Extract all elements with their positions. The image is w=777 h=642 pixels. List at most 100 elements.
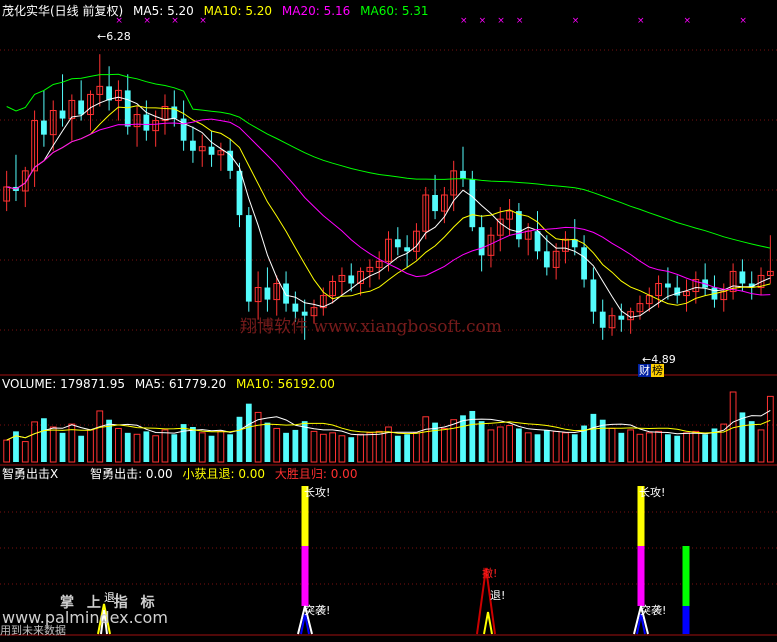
logo-subtitle: 用到未来数据 <box>0 624 66 637</box>
label-tui-2: 退! <box>490 589 506 602</box>
candle-body <box>394 239 401 248</box>
volume-bar <box>748 421 755 462</box>
cai-marker: 财 <box>638 364 651 377</box>
candle-body <box>618 315 625 320</box>
volume-bar <box>469 410 476 462</box>
volume-bar <box>766 395 774 463</box>
signal-bar-3 <box>682 546 690 606</box>
volume-bar <box>310 430 318 463</box>
ma5-readout: MA5: 5.20 <box>133 4 194 18</box>
volume-bar <box>31 421 38 463</box>
volume-bar <box>78 435 85 462</box>
candle-body <box>478 227 485 256</box>
top-signal-marker: × <box>637 16 645 26</box>
volume-bar <box>506 425 513 463</box>
candle-body <box>59 110 66 119</box>
candle-body <box>590 279 597 312</box>
price-header: 茂化实华(日线 前复权) MA5: 5.20 MA10: 5.20 MA20: … <box>2 4 435 18</box>
candle-body <box>208 146 215 155</box>
candle-body <box>171 106 178 119</box>
volume-bar <box>450 419 458 463</box>
candle-body <box>543 251 550 268</box>
candle-body <box>190 140 196 151</box>
candle-body <box>41 120 47 135</box>
volume-bar <box>198 432 206 463</box>
candle-body <box>534 231 541 252</box>
candle-body <box>236 170 243 216</box>
candle-body <box>143 114 150 131</box>
volume-bar <box>59 432 66 462</box>
label-changgong-2: 长攻! <box>639 486 666 499</box>
candle-body <box>264 287 271 300</box>
volume-bar <box>683 432 690 463</box>
volume-bar <box>618 432 625 462</box>
candle-body <box>739 271 746 284</box>
volume-bar <box>562 432 569 463</box>
top-signal-marker: × <box>516 16 524 26</box>
label-che: 撤! <box>482 567 498 580</box>
volume-bar <box>264 422 271 462</box>
label-tuxi-2: 突袭! <box>640 604 667 617</box>
volume-bar <box>655 430 662 463</box>
volume-bar <box>413 432 420 463</box>
volume-bar <box>366 432 374 463</box>
top-signal-marker: × <box>497 16 505 26</box>
stock-title: 茂化实华(日线 前复权) <box>2 4 124 18</box>
signal-bar-1 <box>301 546 309 606</box>
volume-bar <box>190 427 196 462</box>
volume-bar <box>496 426 504 463</box>
volume-bar <box>645 432 653 463</box>
vol-ma10-readout: MA10: 56192.00 <box>235 377 335 391</box>
volume-bar <box>665 434 671 462</box>
ma10-line <box>6 105 771 306</box>
volume-bar <box>608 427 616 463</box>
volume-bar <box>87 429 94 463</box>
candle-body <box>515 211 522 240</box>
volume-bar <box>133 433 141 463</box>
volume-bar <box>590 413 597 462</box>
volume-bar <box>543 429 550 462</box>
top-signal-marker: × <box>684 16 692 26</box>
volume-bar <box>180 424 187 462</box>
candle-body <box>283 283 289 304</box>
volume-bar <box>739 412 746 462</box>
volume-bar <box>338 435 346 463</box>
ma20-readout: MA20: 5.16 <box>281 4 351 18</box>
bang-marker: 榜 <box>651 364 664 377</box>
volume-bar <box>674 435 681 462</box>
event-markers: 财榜 <box>638 364 664 378</box>
candle-body <box>245 215 252 302</box>
candle-body <box>404 247 411 252</box>
volume-bar <box>757 429 765 463</box>
indicator-v2: 小获且退: 0.00 <box>182 467 266 481</box>
volume-bar <box>375 430 383 463</box>
volume-bar <box>143 431 150 462</box>
indicator-v1: 智勇出击: 0.00 <box>90 467 173 481</box>
indicator-header: 智勇出击X 智勇出击: 0.00 小获且退: 0.00 大胜且归: 0.00 <box>2 467 363 481</box>
vol-ma5-readout: MA5: 61779.20 <box>134 377 227 391</box>
ma10-readout: MA10: 5.20 <box>203 4 273 18</box>
indicator-v3: 大胜且归: 0.00 <box>274 467 358 481</box>
indicator-name: 智勇出击X <box>2 467 59 481</box>
volume-bar <box>636 433 644 463</box>
volume-bar <box>292 429 299 462</box>
volume-bar <box>236 416 243 462</box>
volume-bar <box>161 429 169 463</box>
volume-bar <box>41 418 47 462</box>
volume-bar <box>357 433 364 463</box>
volume-readout: VOLUME: 179871.95 <box>2 377 125 391</box>
watermark: 翔博软件 www.xiangbosoft.com <box>240 317 502 337</box>
volume-bar <box>552 430 560 463</box>
volume-bar <box>208 435 215 462</box>
volume-header: VOLUME: 179871.95 MA5: 61779.20 MA10: 56… <box>2 377 341 391</box>
volume-bar <box>21 441 29 463</box>
volume-bar <box>711 428 718 462</box>
volume-bar <box>3 439 11 463</box>
signal-bar-3 <box>682 606 690 634</box>
signal-bar-2 <box>637 546 645 606</box>
volume-bar <box>487 429 495 463</box>
volume-bar <box>404 434 411 462</box>
volume-bar <box>571 434 578 462</box>
volume-bar <box>49 426 57 463</box>
volume-bar <box>124 432 131 462</box>
